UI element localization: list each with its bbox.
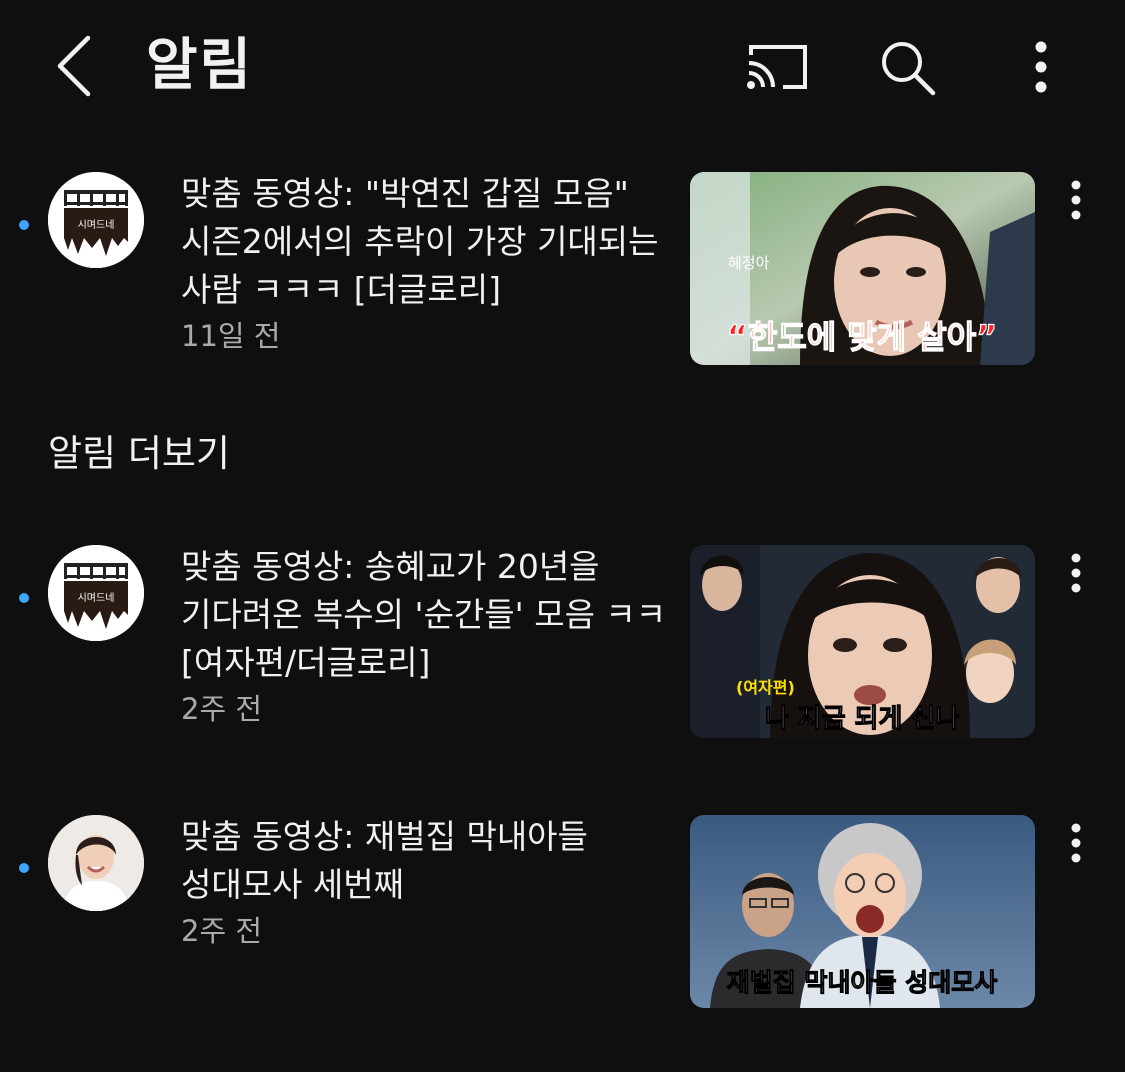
notification-item[interactable]: 시며드네 맞춤 동영상: 송혜교가 20년을 기다려온 복수의 '순간들' 모음…	[0, 543, 1125, 743]
thumbnail-caption: 재벌집 막내아들 성대모사	[727, 968, 997, 997]
page-title: 알림	[146, 33, 254, 98]
notification-menu-button[interactable]	[1056, 545, 1096, 601]
cast-icon	[747, 45, 807, 89]
top-app-bar: 알림	[0, 0, 1125, 135]
channel-avatar[interactable]: 시며드네	[48, 545, 144, 641]
video-thumbnail[interactable]: (여자편) 나 지금 되게 신나	[690, 545, 1035, 738]
unread-dot	[19, 593, 29, 603]
more-options-button[interactable]	[1006, 34, 1076, 100]
unread-dot	[19, 220, 29, 230]
back-button[interactable]	[46, 30, 102, 102]
cast-button[interactable]	[742, 34, 812, 100]
thumbnail-caption: 나 지금 되게 신나	[765, 704, 960, 734]
section-heading: 알림 더보기	[48, 432, 230, 475]
notification-item[interactable]: 맞춤 동영상: 재벌집 막내아들 성대모사 세번째 2주 전 재벌집 막내아들 …	[0, 813, 1125, 1013]
channel-avatar[interactable]: 시며드네	[48, 172, 144, 268]
thumbnail-caption: “한도에 맞게 살아”	[727, 318, 997, 356]
thumbnail-caption-small: 혜정아	[728, 254, 770, 272]
more-vertical-icon	[1071, 823, 1081, 863]
notification-menu-button[interactable]	[1056, 172, 1096, 228]
chevron-left-icon	[57, 35, 91, 97]
unread-dot	[19, 863, 29, 873]
more-vertical-icon	[1071, 553, 1081, 593]
notification-title: 맞춤 동영상: 재벌집 막내아들 성대모사 세번째	[181, 817, 588, 904]
avatar-logo-text: 시며드네	[78, 592, 115, 604]
notification-item[interactable]: 시며드네 맞춤 동영상: "박연진 갑질 모음" 시즌2에서의 추락이 가장 기…	[0, 170, 1125, 370]
notification-title: 맞춤 동영상: 송혜교가 20년을 기다려온 복수의 '순간들' 모음 ㅋㅋ […	[181, 547, 667, 682]
notification-time: 11일 전	[181, 319, 281, 353]
notification-menu-button[interactable]	[1056, 815, 1096, 871]
notification-text: 맞춤 동영상: 재벌집 막내아들 성대모사 세번째 2주 전	[181, 813, 673, 951]
search-icon	[882, 42, 936, 96]
notification-text: 맞춤 동영상: "박연진 갑질 모음" 시즌2에서의 추락이 가장 기대되는 사…	[181, 170, 673, 356]
more-vertical-icon	[1035, 41, 1047, 93]
video-thumbnail[interactable]: 재벌집 막내아들 성대모사	[690, 815, 1035, 1008]
avatar-logo-text: 시며드네	[78, 219, 115, 231]
channel-avatar[interactable]	[48, 815, 144, 911]
video-thumbnail[interactable]: 혜정아 “한도에 맞게 살아”	[690, 172, 1035, 365]
notification-text: 맞춤 동영상: 송혜교가 20년을 기다려온 복수의 '순간들' 모음 ㅋㅋ […	[181, 543, 673, 729]
notification-time: 2주 전	[181, 914, 263, 948]
search-button[interactable]	[872, 34, 942, 100]
more-vertical-icon	[1071, 180, 1081, 220]
notification-time: 2주 전	[181, 692, 263, 726]
thumbnail-caption-small: (여자편)	[736, 678, 795, 697]
notification-title: 맞춤 동영상: "박연진 갑질 모음" 시즌2에서의 추락이 가장 기대되는 사…	[181, 174, 659, 309]
